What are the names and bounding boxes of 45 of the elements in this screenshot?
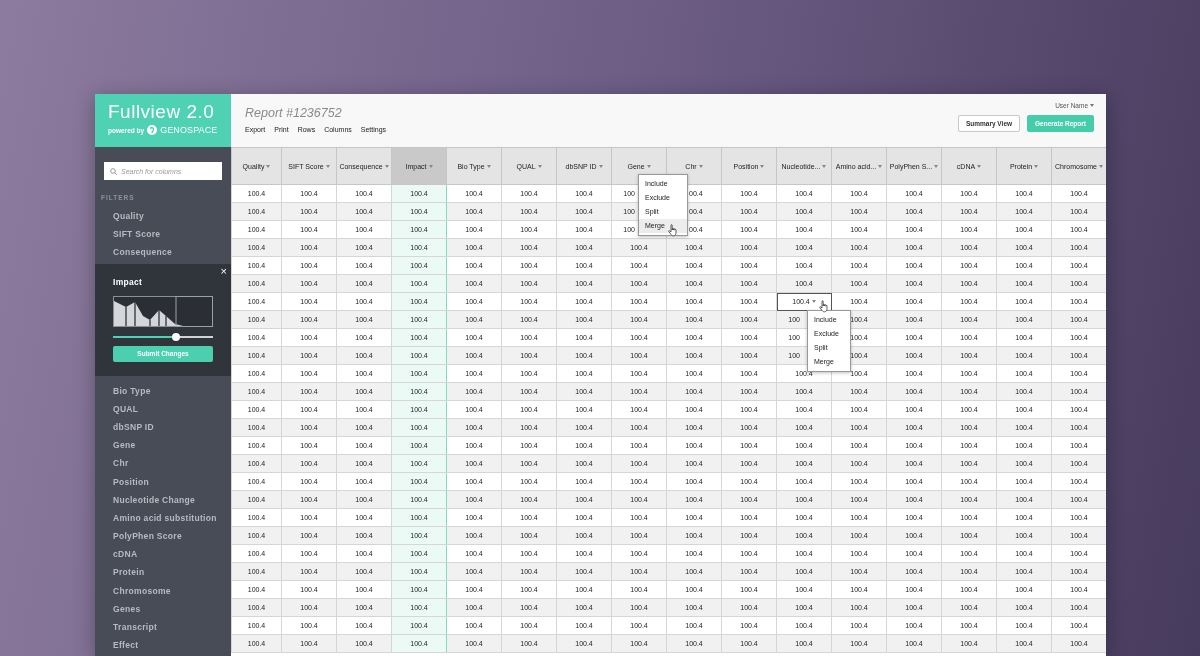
filter-item[interactable]: Quality (95, 207, 231, 226)
caret-icon (934, 164, 939, 168)
caret-icon (266, 164, 271, 168)
filter-item[interactable]: Nucleotide Change (95, 490, 231, 509)
filter-item[interactable]: dbSNP ID (95, 417, 231, 437)
caret-icon (384, 164, 389, 168)
caret-icon (760, 164, 765, 168)
caret-icon (811, 300, 816, 303)
filter-item[interactable]: Amino acid substitution (95, 508, 231, 528)
filter-item[interactable]: PolyPhen Score (95, 527, 231, 546)
brand-logo-icon (147, 125, 158, 135)
app-title: Fullview 2.0 (108, 101, 215, 123)
filter-item[interactable]: Chr (95, 454, 231, 473)
filter-item[interactable]: QUAL (95, 399, 231, 418)
filter-item[interactable]: Transcript (95, 618, 231, 637)
close-button[interactable]: × (220, 264, 227, 277)
caret-icon (428, 164, 433, 168)
search-icon (110, 168, 117, 175)
caret-icon (1099, 164, 1103, 168)
filter-item[interactable]: Chromosome (95, 581, 231, 600)
caret-icon (537, 164, 542, 168)
filter-item[interactable]: SIFT Score (95, 225, 231, 244)
slider-thumb[interactable] (172, 332, 180, 341)
caret-icon (325, 164, 330, 168)
filter-item[interactable]: Position (95, 472, 231, 491)
caret-icon (878, 164, 883, 168)
filter-item[interactable]: Consequence (95, 243, 231, 262)
caret-icon (486, 164, 491, 168)
filter-item[interactable]: Bio Type (95, 381, 231, 400)
filter-title[interactable]: Impact (113, 274, 143, 289)
caret-icon (1090, 104, 1094, 107)
filter-item[interactable]: Genes (95, 599, 231, 618)
filter-item[interactable]: Effect (95, 636, 231, 655)
caret-icon (977, 164, 982, 168)
report-title: Report #1236752 (245, 106, 342, 120)
caret-icon (598, 164, 603, 168)
filter-item[interactable]: Protein (95, 563, 231, 582)
caret-icon (1034, 164, 1039, 168)
brand-name: GENOSPACE (160, 125, 218, 135)
caret-icon (698, 164, 703, 168)
filter-item[interactable]: cDNA (95, 545, 231, 564)
caret-icon (822, 164, 827, 168)
caret-icon (646, 164, 651, 168)
range-slider[interactable] (113, 335, 213, 338)
filter-item[interactable]: Gene (95, 436, 231, 455)
